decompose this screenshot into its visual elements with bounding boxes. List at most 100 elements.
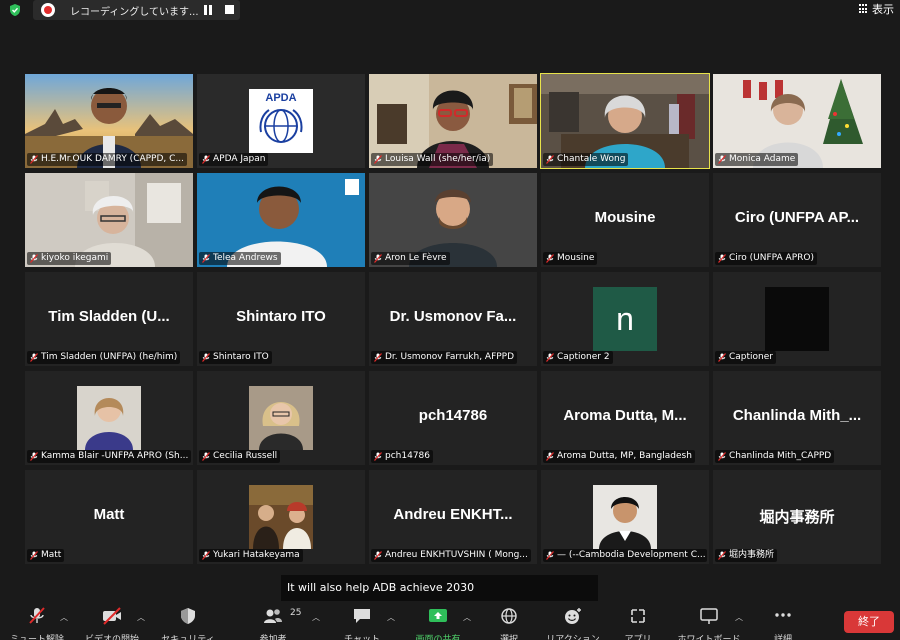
participant-name-label: Cecilia Russell: [199, 450, 281, 463]
participant-name-label: Kamma Blair -UNFPA APRO (Sh...: [27, 450, 191, 463]
reaction-label: リアクション: [546, 635, 600, 640]
participant-tile[interactable]: Cecilia Russell: [197, 371, 365, 465]
microphone-muted-icon: [30, 254, 38, 263]
microphone-muted-icon: [374, 551, 382, 560]
participant-display-name: Ciro (UNFPA AP...: [734, 209, 860, 226]
participant-tile[interactable]: Telea Andrews: [197, 173, 365, 267]
participant-name-label: Chanlinda Mith_CAPPD: [715, 450, 835, 463]
participants-count: 25: [290, 608, 302, 618]
participant-name: Telea Andrews: [213, 253, 278, 263]
end-meeting-button[interactable]: 終了: [844, 611, 894, 633]
participants-options-caret[interactable]: ︿: [312, 612, 320, 623]
profile-photo: [593, 485, 657, 549]
share-screen-icon: [429, 609, 447, 622]
participant-tile[interactable]: Mousine Mousine: [541, 173, 709, 267]
share-options-caret[interactable]: ︿: [463, 612, 471, 623]
participant-tile[interactable]: Chanlinda Mith_... Chanlinda Mith_CAPPD: [713, 371, 881, 465]
microphone-muted-icon: [30, 551, 38, 560]
participant-tile[interactable]: n Captioner 2: [541, 272, 709, 366]
participant-name: Dr. Usmonov Farrukh, AFPPD: [385, 352, 515, 362]
participant-tile[interactable]: H.E.Mr.OUK DAMRY (CAPPD, C...: [25, 74, 193, 168]
pause-recording-button[interactable]: [203, 5, 213, 15]
participant-name: H.E.Mr.OUK DAMRY (CAPPD, C...: [41, 154, 185, 164]
closed-caption: It will also help ADB achieve 2030: [281, 575, 598, 601]
participant-name-label: Captioner 2: [543, 351, 613, 364]
participant-tile[interactable]: Andreu ENKHT... Andreu ENKHTUVSHIN ( Mong…: [369, 470, 537, 564]
participant-tile[interactable]: Louisa Wall (she/her/ia): [369, 74, 537, 168]
participant-name: Chantale Wong: [557, 154, 626, 164]
microphone-muted-icon: [202, 452, 210, 461]
microphone-muted-icon: [374, 353, 382, 362]
whiteboard-options-caret[interactable]: ︿: [735, 612, 743, 623]
apps-icon: [631, 609, 645, 623]
unmute-label: ミュート解除: [9, 635, 64, 640]
participant-tile[interactable]: — (--Cambodia Development C...: [541, 470, 709, 564]
participant-name: Monica Adame: [729, 154, 796, 164]
participant-display-name: 堀内事務所: [759, 509, 835, 526]
participant-name-label: — (--Cambodia Development C...: [543, 549, 707, 562]
participant-name-label: Dr. Usmonov Farrukh, AFPPD: [371, 351, 518, 364]
participant-name: 堀内事務所: [729, 550, 775, 560]
apda-logo: APDA: [249, 89, 313, 153]
participant-name: — (--Cambodia Development C...: [557, 550, 706, 560]
participant-tile[interactable]: Captioner: [713, 272, 881, 366]
participant-tile[interactable]: Dr. Usmonov Fa... Dr. Usmonov Farrukh, AF…: [369, 272, 537, 366]
participant-display-name: Andreu ENKHT...: [393, 506, 513, 523]
participant-name-label: 堀内事務所: [715, 549, 778, 562]
smiley-plus-icon: [565, 608, 581, 624]
security-shield-icon: [181, 608, 195, 624]
whiteboard-label: ホワイトボード: [677, 635, 741, 640]
microphone-muted-icon: [546, 254, 554, 263]
participant-name: Captioner 2: [557, 352, 610, 362]
participant-tile[interactable]: Matt Matt: [25, 470, 193, 564]
participant-tile[interactable]: 堀内事務所 堀内事務所: [713, 470, 881, 564]
participant-name-label: Telea Andrews: [199, 252, 281, 265]
participant-tile[interactable]: Aron Le Fèvre: [369, 173, 537, 267]
participant-name-label: Mousine: [543, 252, 598, 265]
more-dots-icon: [775, 613, 791, 617]
microphone-muted-icon: [546, 155, 554, 164]
audio-options-caret[interactable]: ︿: [60, 612, 68, 623]
shield-icon[interactable]: [8, 3, 22, 17]
participant-name: kiyoko ikegami: [41, 253, 109, 263]
apps-label: アプリ: [624, 635, 652, 640]
profile-photo: [249, 485, 313, 549]
participant-tile[interactable]: Kamma Blair -UNFPA APRO (Sh...: [25, 371, 193, 465]
microphone-muted-icon: [374, 254, 382, 263]
avatar: [765, 287, 829, 351]
participant-tile[interactable]: kiyoko ikegami: [25, 173, 193, 267]
participant-name: Andreu ENKHTUVSHIN ( Mong...: [385, 550, 528, 560]
recording-icon: [41, 3, 55, 17]
participant-tile[interactable]: Chantale Wong: [540, 73, 710, 169]
microphone-muted-icon: [374, 452, 382, 461]
recording-text: レコーディングしています...: [70, 7, 199, 18]
more-label: 詳細: [773, 635, 792, 640]
participant-name-label: APDA Japan: [199, 153, 269, 166]
participant-name-label: Ciro (UNFPA APRO): [715, 252, 817, 265]
video-options-caret[interactable]: ︿: [137, 612, 145, 623]
participant-tile[interactable]: APDA APDA Japan: [197, 74, 365, 168]
participant-display-name: Mousine: [594, 209, 656, 226]
participant-name-label: Andreu ENKHTUVSHIN ( Mong...: [371, 549, 531, 562]
participant-display-name: Dr. Usmonov Fa...: [389, 308, 517, 325]
participant-name: Ciro (UNFPA APRO): [729, 253, 814, 263]
profile-photo: [77, 386, 141, 450]
participant-tile[interactable]: Yukari Hatakeyama: [197, 470, 365, 564]
participant-tile[interactable]: Ciro (UNFPA AP... Ciro (UNFPA APRO): [713, 173, 881, 267]
participant-name: Cecilia Russell: [213, 451, 278, 461]
participant-name-label: Matt: [27, 549, 65, 562]
participant-name: pch14786: [385, 451, 430, 461]
stop-recording-button[interactable]: [225, 5, 234, 14]
participant-name: Tim Sladden (UNFPA) (he/him): [41, 352, 178, 362]
participant-tile[interactable]: Aroma Dutta, M... Aroma Dutta, MP, Bangla…: [541, 371, 709, 465]
microphone-muted-icon: [718, 353, 726, 362]
participant-tile[interactable]: Shintaro ITO Shintaro ITO: [197, 272, 365, 366]
participant-display-name: Matt: [93, 506, 125, 523]
participant-tile[interactable]: Tim Sladden (U... Tim Sladden (UNFPA) (he…: [25, 272, 193, 366]
view-button[interactable]: 表示: [859, 1, 894, 17]
start-video-label: ビデオの開始: [84, 635, 139, 640]
chat-options-caret[interactable]: ︿: [387, 612, 395, 623]
participant-display-name: Shintaro ITO: [236, 308, 326, 325]
participant-tile[interactable]: Monica Adame: [713, 74, 881, 168]
participant-tile[interactable]: pch14786 pch14786: [369, 371, 537, 465]
